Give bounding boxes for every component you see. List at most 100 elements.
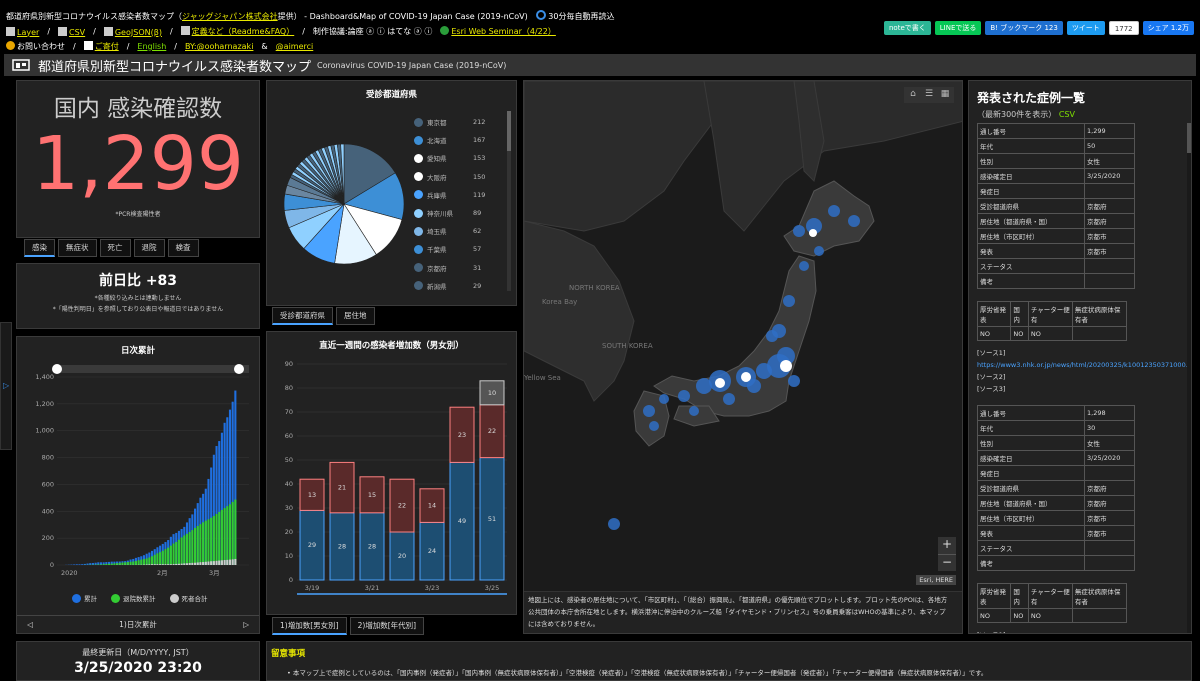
- case-flag-table: 厚労省発表 国内 チャーター便有 無症状病原体保有者 NO NO NO: [976, 301, 1128, 341]
- english-link[interactable]: English: [137, 42, 166, 51]
- tab-tests[interactable]: 検査: [167, 239, 199, 257]
- legend-discharged[interactable]: 退院数累計: [111, 593, 156, 603]
- case-csv-link[interactable]: CSV: [1059, 110, 1075, 119]
- case-cluster-marker: [756, 363, 772, 379]
- case-scrollbar-thumb[interactable]: [1187, 123, 1191, 153]
- prefecture-list-item[interactable]: 千葉県 57: [414, 240, 504, 258]
- bar-退院数累計: [145, 558, 148, 565]
- zoom-out-button[interactable]: −: [938, 554, 956, 571]
- readme-link[interactable]: 定義など（Readme&FAQ）: [180, 26, 294, 37]
- layers-icon: [6, 26, 15, 36]
- source-1-link[interactable]: https://www3.nhk.or.jp/news/html/2020032…: [977, 361, 1191, 369]
- prev-arrow-icon[interactable]: ◁: [27, 620, 33, 629]
- prefecture-swatch: [414, 172, 423, 182]
- prefecture-list-item[interactable]: 東京都 212: [414, 113, 504, 131]
- case-list-scrollbar[interactable]: [1187, 123, 1191, 633]
- map-canvas[interactable]: [524, 81, 963, 581]
- bar-退院数累計: [126, 562, 129, 565]
- case-flag-header: チャーター便有: [1027, 301, 1073, 327]
- y-tick-label: 200: [42, 534, 54, 542]
- geojson-link[interactable]: GeoJSON(β): [103, 26, 162, 37]
- next-arrow-icon[interactable]: ▷: [243, 620, 249, 629]
- prefecture-list-item[interactable]: 京都府 31: [414, 259, 504, 277]
- donate-link[interactable]: ご寄付: [83, 41, 119, 52]
- side-expand-handle[interactable]: ▷: [0, 322, 12, 450]
- prefecture-list-item[interactable]: 北海道 167: [414, 131, 504, 149]
- tab-deaths[interactable]: 死亡: [99, 239, 131, 257]
- notice-text: • 本マップ上で症例としているのは、「国内事例（発症者）」「国内事例（無症状病原…: [287, 669, 988, 677]
- layer-link[interactable]: Layer: [6, 26, 39, 37]
- tab-prefecture[interactable]: 受診都道府県: [272, 307, 333, 325]
- zoom-in-button[interactable]: +: [938, 537, 956, 554]
- bar-退院数累計: [140, 559, 143, 565]
- note-share-button[interactable]: noteで書く: [883, 21, 931, 35]
- notice-title: 留意事項: [271, 649, 306, 659]
- prefecture-title: 受診都道府県: [365, 90, 417, 100]
- cumulative-footer: ◁ 1)日次累計 ▷: [17, 615, 259, 633]
- prefecture-list-scrollbar[interactable]: [507, 111, 511, 291]
- prefecture-name: 北海道: [427, 137, 447, 146]
- legend-total[interactable]: 累計: [72, 593, 97, 603]
- y-tick-label: 40: [285, 480, 293, 488]
- bar-退院数累計: [159, 552, 162, 565]
- tab-asymptomatic[interactable]: 無症状: [58, 239, 97, 257]
- case-field-value: 3/25/2020: [1084, 168, 1135, 184]
- prefecture-swatch: [414, 226, 423, 236]
- case-cluster-marker: [696, 378, 712, 394]
- prefecture-list-item[interactable]: 新潟県 29: [414, 277, 504, 295]
- tab-infected[interactable]: 感染: [24, 239, 55, 257]
- facebook-share-button[interactable]: シェア 1.2万: [1142, 21, 1194, 35]
- case-cluster-marker: [723, 393, 735, 405]
- tab-discharged[interactable]: 退院: [133, 239, 165, 257]
- csv-link[interactable]: CSV: [58, 26, 85, 37]
- legend-dot-total: [72, 593, 81, 603]
- bar-死者合計: [183, 563, 186, 565]
- aimerci-link[interactable]: @aimerci: [276, 42, 314, 51]
- prefecture-name: 愛知県: [427, 155, 447, 164]
- hatena-bookmark-button[interactable]: B! ブックマーク 123: [985, 21, 1063, 35]
- author-link[interactable]: BY:@ooharnazaki: [185, 42, 253, 51]
- case-hotspot-marker: [741, 372, 751, 382]
- tab-residence[interactable]: 居住地: [336, 307, 375, 325]
- updated-label: 最終更新日（M/D/YYYY, JST）: [82, 648, 194, 657]
- tab-weekly-gender[interactable]: 1)増加数[男女別]: [272, 617, 347, 635]
- list-icon[interactable]: ☰: [922, 89, 936, 101]
- basemap-icon[interactable]: ▦: [938, 89, 952, 101]
- case-row: 通し番号 1,299: [977, 123, 1135, 139]
- case-cluster-marker: [788, 375, 800, 387]
- prefecture-count: 31: [473, 263, 482, 272]
- prefecture-list-item[interactable]: 神奈川県 89: [414, 204, 504, 222]
- tweet-button[interactable]: ツイート: [1066, 21, 1105, 35]
- case-list-scroll[interactable]: 通し番号 1,299 年代 50 性別 女性 感染確定日 3/25/2020 発症日 受診都道府県…: [969, 123, 1191, 633]
- case-field-value: [1084, 183, 1135, 199]
- prefecture-list-item[interactable]: 埼玉県 62: [414, 222, 504, 240]
- case-cluster-marker: [659, 394, 669, 404]
- case-list-title: 発表された症例一覧: [977, 91, 1086, 105]
- legend-deaths[interactable]: 死者合計: [169, 593, 208, 603]
- case-row: 受診都道府県 京都府: [977, 198, 1135, 214]
- japan-map[interactable]: NORTH KOREA Korea Bay SOUTH KOREA Yellow…: [523, 80, 963, 634]
- line-share-button[interactable]: LINEで送る: [934, 21, 982, 35]
- prefecture-list-item[interactable]: 愛知県 153: [414, 149, 504, 167]
- tab-weekly-age[interactable]: 2)増加数[年代別]: [349, 617, 425, 635]
- bar-死者合計: [148, 564, 151, 565]
- prefecture-list-item[interactable]: 大阪府 150: [414, 168, 504, 186]
- scrollbar-thumb[interactable]: [507, 111, 511, 151]
- home-icon[interactable]: ⌂: [906, 89, 920, 101]
- bar-死者合計: [167, 564, 170, 565]
- company-link[interactable]: ジャッグジャパン株式会社: [182, 12, 278, 21]
- seminar-link[interactable]: Esri Web Seminar（4/22）: [440, 26, 556, 37]
- prefecture-list-item[interactable]: 兵庫県 119: [414, 186, 504, 204]
- bar-退院数累計: [164, 549, 167, 565]
- case-row: 発表 京都市: [977, 525, 1135, 541]
- contact-link[interactable]: お問い合わせ: [6, 41, 65, 52]
- case-field-value: [1084, 555, 1135, 571]
- bar-退院数累計: [226, 506, 229, 565]
- x-tick-label: 3/23: [425, 584, 440, 592]
- legend-dot-deaths: [169, 593, 179, 603]
- bar-退院数累計: [108, 563, 111, 565]
- case-cluster-marker: [689, 406, 699, 416]
- case-cluster-marker: [828, 205, 840, 217]
- prefecture-swatch: [414, 117, 423, 127]
- case-cluster-marker: [643, 405, 655, 417]
